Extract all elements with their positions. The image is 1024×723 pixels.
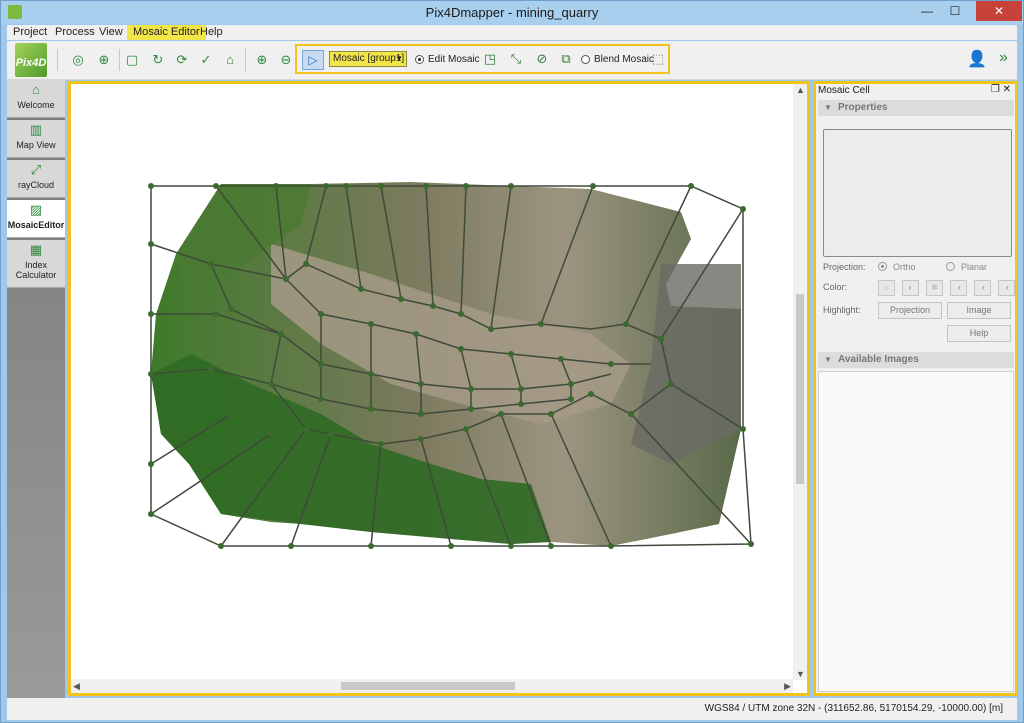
nav-label: Map View (16, 140, 56, 150)
panel-dock-buttons: ❐ ✕ (991, 84, 1011, 95)
planar-radio[interactable] (946, 262, 955, 271)
collapse-icon: ▼ (824, 103, 832, 112)
status-bar: WGS84 / UTM zone 32N - (311652.86, 51701… (7, 698, 1017, 720)
home-icon: ⌂ (32, 82, 40, 97)
sharpness-icon[interactable]: ✲ (926, 280, 943, 296)
merge-cell-icon[interactable]: ⧉ (557, 50, 575, 68)
planar-label: Planar (961, 262, 988, 272)
collapse-icon: ▼ (824, 355, 832, 364)
menu-view[interactable]: View (93, 25, 129, 40)
sync-icon[interactable]: ⟳ (173, 51, 191, 69)
color-label: Color: (823, 282, 848, 292)
saturation-icon[interactable]: ◐ (902, 280, 919, 296)
user-account-icon[interactable]: 👤 (967, 49, 987, 69)
maximize-button[interactable]: ☐ (941, 1, 969, 21)
available-images-section-header[interactable]: ▼ Available Images (818, 352, 1014, 368)
vertical-scrollbar[interactable]: ▲ ▼ (793, 84, 807, 680)
mosaic-tool-group: ▷ Mosaic [group1] ▼ Edit Mosaic ◳ ⤡ ⊘ ⧉ … (295, 44, 670, 74)
scroll-up-icon[interactable]: ▲ (796, 85, 805, 95)
nav-label: Index Calculator (15, 260, 57, 280)
image-highlight-button[interactable]: Image (947, 302, 1011, 319)
map-icon: ▥ (29, 122, 43, 137)
menu-project[interactable]: Project (7, 25, 53, 40)
target-icon[interactable]: ⊕ (95, 51, 113, 69)
remove-cell-icon[interactable]: ⊘ (533, 50, 551, 68)
horizontal-scrollbar[interactable]: ◀ ▶ (71, 679, 793, 693)
raycloud-icon: ⤢ (30, 162, 42, 177)
mosaic-cell-panel: Mosaic Cell ❐ ✕ ▼ Properties Projection:… (813, 81, 1018, 696)
help-button[interactable]: Help (947, 325, 1011, 342)
toolbar-separator (57, 49, 58, 71)
nav-raycloud[interactable]: ⤢ rayCloud (7, 160, 65, 198)
pointer-tool-icon[interactable]: ▷ (302, 50, 324, 70)
nav-label: rayCloud (17, 180, 55, 190)
close-button[interactable]: ✕ (976, 1, 1022, 21)
contrast-alt-icon[interactable]: ◑ (974, 280, 991, 296)
index-calculator-icon: ▦ (29, 242, 43, 257)
nav-mosaic-editor[interactable]: ▨ MosaicEditor (7, 200, 65, 238)
toolbar-separator (119, 49, 120, 71)
nav-label: Welcome (17, 100, 55, 110)
export-icon[interactable]: ⌂ (221, 51, 239, 69)
orbit-icon[interactable]: ◎ (69, 51, 87, 69)
scroll-down-icon[interactable]: ▼ (796, 669, 805, 679)
scroll-right-icon[interactable]: ▶ (784, 681, 791, 692)
brightness-icon[interactable]: ☼ (878, 280, 895, 296)
properties-section-header[interactable]: ▼ Properties (818, 100, 1014, 116)
coordinate-readout: WGS84 / UTM zone 32N - (311652.86, 51701… (704, 703, 1003, 714)
title-bar: Pix4Dmapper - mining_quarry — ☐ ✕ (1, 1, 1023, 24)
split-cell-icon[interactable]: ⤡ (507, 50, 525, 68)
undock-icon[interactable]: ❐ (991, 84, 1000, 95)
mosaic-canvas[interactable] (71, 84, 793, 680)
ortho-radio[interactable] (878, 262, 887, 271)
available-images-list[interactable] (818, 371, 1014, 692)
new-icon[interactable]: ▢ (123, 51, 141, 69)
window-title: Pix4Dmapper - mining_quarry (425, 5, 599, 20)
projection-highlight-button[interactable]: Projection (878, 302, 942, 319)
toolbar-separator (245, 49, 246, 71)
nav-index-calculator[interactable]: ▦ Index Calculator (7, 240, 65, 288)
projection-label: Projection: (823, 262, 866, 272)
blend-mosaic-radio[interactable] (581, 55, 590, 64)
close-panel-icon[interactable]: ✕ (1003, 84, 1011, 95)
menu-bar: Project Process View Mosaic Editor Help (7, 25, 1017, 40)
menu-help[interactable]: Help (194, 25, 229, 40)
ortho-label: Ortho (893, 262, 916, 272)
properties-label: Properties (838, 102, 888, 113)
panel-title: Mosaic Cell (818, 85, 870, 96)
horizontal-scroll-thumb[interactable] (341, 682, 515, 690)
highlight-label: Highlight: (823, 305, 861, 315)
scroll-left-icon[interactable]: ◀ (73, 681, 80, 692)
zoom-out-icon[interactable]: ⊖ (277, 51, 295, 69)
edit-mosaic-label: Edit Mosaic (428, 54, 480, 65)
check-icon[interactable]: ✓ (197, 51, 215, 69)
mosaic-map-view[interactable]: ▲ ▼ ◀ ▶ (68, 81, 810, 696)
nav-map-view[interactable]: ▥ Map View (7, 120, 65, 158)
nav-welcome[interactable]: ⌂ Welcome (7, 80, 65, 118)
cell-preview (823, 129, 1012, 257)
mosaic-select-value: Mosaic [group1] (333, 53, 405, 64)
vertical-scroll-thumb[interactable] (796, 294, 804, 484)
blend-mosaic-label: Blend Mosaic (594, 54, 655, 65)
left-nav-panel: ⌂ Welcome ▥ Map View ⤢ rayCloud ▨ Mosaic… (7, 80, 65, 698)
contrast-icon[interactable]: ◑ (950, 280, 967, 296)
nav-label: MosaicEditor (7, 220, 65, 230)
chevron-down-icon: ▼ (395, 54, 403, 63)
blend-region-icon[interactable]: ⬚ (649, 50, 667, 68)
gamma-icon[interactable]: ◑ (998, 280, 1015, 296)
refresh-icon[interactable]: ↻ (149, 51, 167, 69)
available-images-label: Available Images (838, 354, 919, 365)
minimize-button[interactable]: — (913, 1, 941, 21)
app-window: Pix4Dmapper - mining_quarry — ☐ ✕ Projec… (0, 0, 1024, 723)
toolbar: Pix4D ◎ ⊕ ▢ ↻ ⟳ ✓ ⌂ ⊕ ⊖ ▷ Mosaic [group1… (7, 41, 1017, 80)
edit-mosaic-radio[interactable] (415, 55, 424, 64)
mosaic-select[interactable]: Mosaic [group1] ▼ (329, 51, 407, 67)
draw-cell-icon[interactable]: ◳ (481, 50, 499, 68)
mosaic-editor-icon: ▨ (29, 202, 43, 217)
zoom-in-icon[interactable]: ⊕ (253, 51, 271, 69)
pix4d-logo: Pix4D (15, 43, 47, 77)
chevron-right-icon[interactable]: » (999, 49, 1008, 67)
